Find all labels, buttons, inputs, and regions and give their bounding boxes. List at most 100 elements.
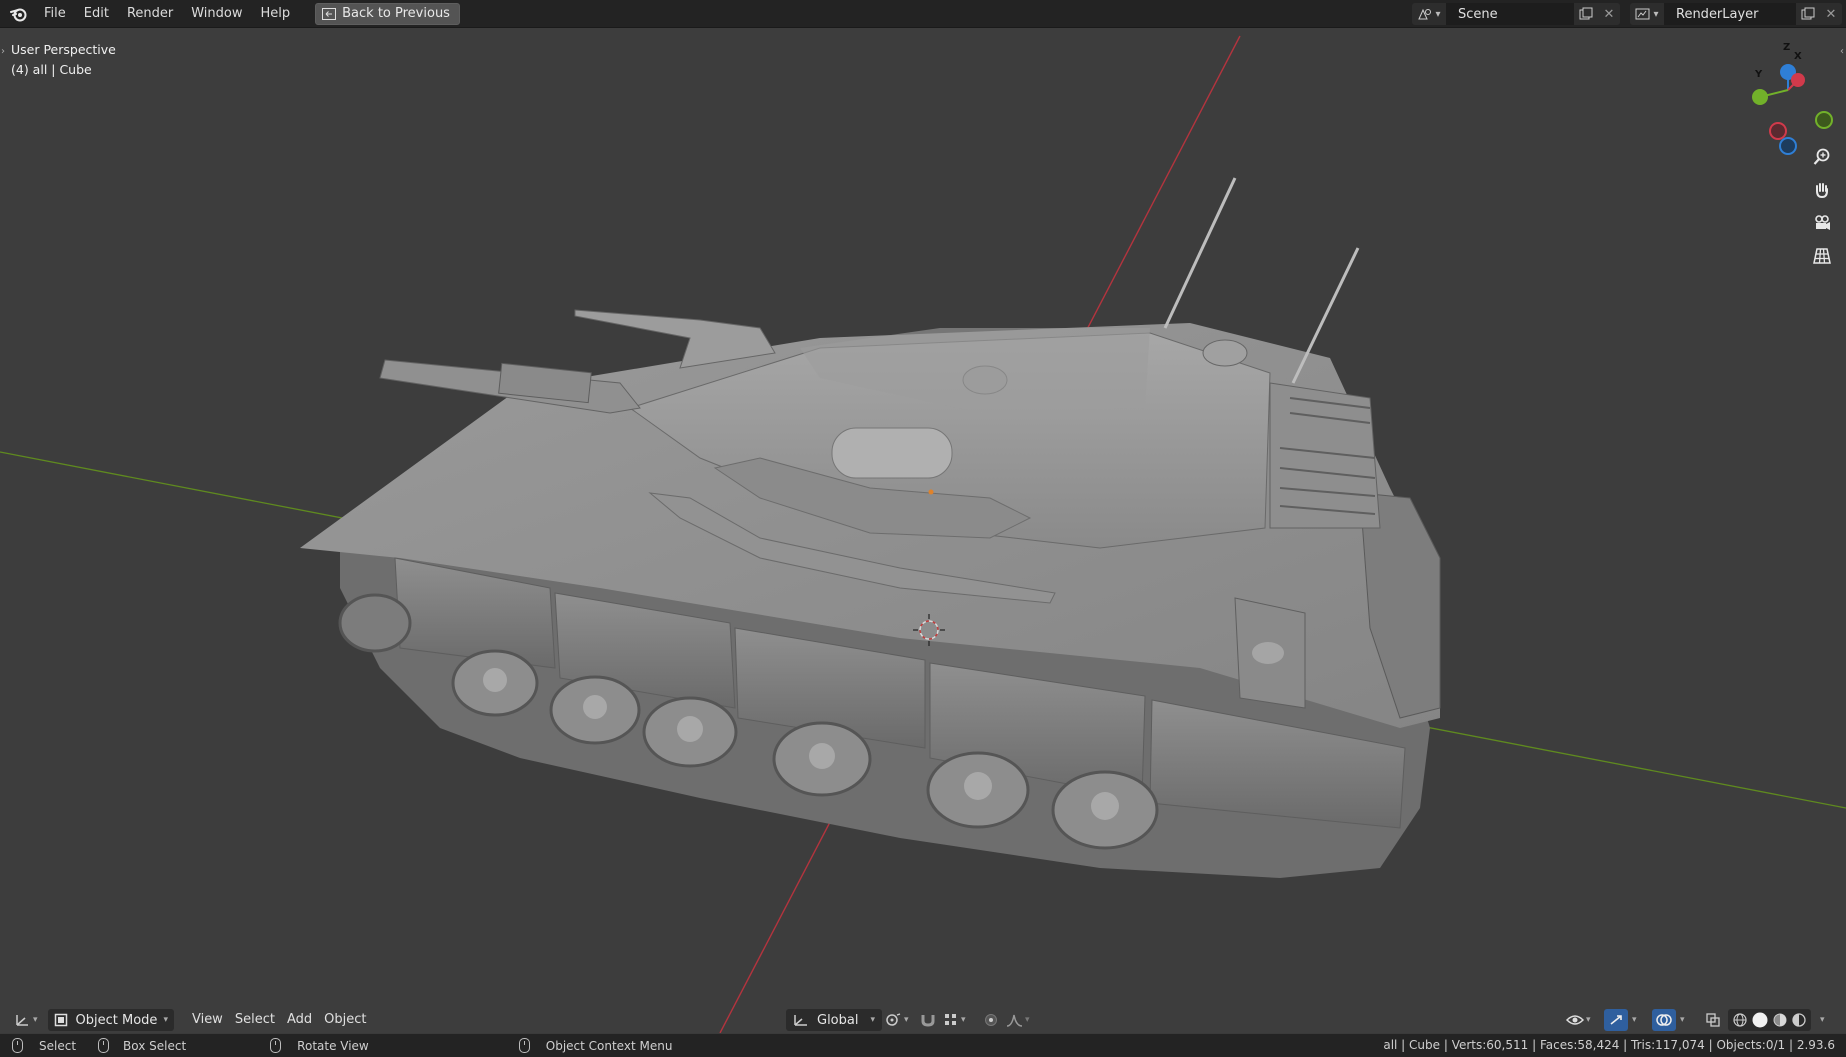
duplicate-icon [1579,7,1593,20]
gizmo-dropdown[interactable]: ▾ [1628,1009,1641,1031]
camera-view-button[interactable] [1809,210,1835,236]
overlays-icon [1656,1014,1672,1026]
navigation-gizmo [1752,64,1833,155]
status-hint-context-menu: Object Context Menu [518,1038,673,1053]
back-label: Back to Previous [342,6,450,21]
renderlayer-browse-button[interactable]: ▾ [1630,3,1664,25]
scene-browse-button[interactable]: ▾ [1412,3,1446,25]
top-bar: File Edit Render Window Help Back to Pre… [0,0,1846,28]
gizmo-y-label: Y [1755,69,1763,80]
status-hint-rotate-view: Rotate View [270,1038,369,1053]
antenna-1 [1163,177,1237,329]
overlays-toggle[interactable] [1652,1009,1676,1031]
right-mouse-icon [518,1038,530,1053]
gizmo-z-label: Z [1783,42,1791,53]
gizmo-x-label: X [1794,51,1802,62]
blender-logo-icon[interactable] [9,4,29,24]
shading-dropdown[interactable]: ▾ [1816,1009,1829,1031]
status-bar: Select Box Select Rotate View Object Con… [0,1034,1846,1057]
wireframe-shading-icon[interactable] [1732,1012,1748,1028]
tank-model [300,177,1441,878]
select-hint-label: Select [39,1038,77,1053]
axes-editor-icon [16,1015,28,1026]
transform-orientation-dropdown[interactable]: Global ▾ [786,1009,883,1031]
header-menu-select[interactable]: Select [229,1009,281,1031]
gizmo-arrows-icon [1610,1015,1622,1025]
object-mode-icon [54,1013,67,1027]
collection-label: (4) all | Cube [11,62,92,77]
grid-icon [1813,248,1831,264]
delete-renderlayer-button[interactable]: ✕ [1820,3,1842,25]
new-scene-button[interactable] [1574,3,1598,25]
menu-file[interactable]: File [35,1,75,27]
3d-viewport[interactable]: Z X Y › ‹ User Perspective (4) all | Cub… [0,28,1846,1033]
header-menu-view[interactable]: View [186,1009,229,1031]
back-icon [322,7,337,20]
overlays-dropdown[interactable]: ▾ [1676,1009,1689,1031]
gizmo-toggle[interactable] [1604,1009,1628,1031]
gizmo-x-axis [1791,73,1805,87]
scene-name-field[interactable]: Scene [1446,3,1574,25]
proportional-edit-icon [985,1014,997,1026]
viewport-canvas [0,35,1846,1033]
left-drag-mouse-icon [98,1038,110,1053]
proportional-falloff-dropdown[interactable]: ▾ [1002,1009,1034,1031]
duplicate-icon [1801,7,1815,20]
zoom-icon [1813,148,1830,165]
scene-selector: ▾ Scene ✕ [1412,3,1620,25]
gizmo-y-axis [1752,89,1768,105]
status-hint-box-select: Box Select [98,1038,186,1053]
middle-mouse-icon [270,1038,282,1053]
renderlayer-icon [1635,8,1650,20]
solid-shading-icon[interactable] [1751,1011,1769,1029]
visibility-dropdown[interactable]: ▾ [1562,1009,1595,1031]
pan-button[interactable] [1809,177,1835,203]
status-hint-select: Select [12,1038,76,1053]
xray-toggle[interactable] [1702,1009,1724,1031]
back-to-previous-button[interactable]: Back to Previous [315,2,460,25]
box-select-hint-label: Box Select [123,1038,187,1053]
magnet-icon [921,1015,935,1027]
editor-type-dropdown[interactable]: ▾ [10,1009,42,1031]
pivot-icon [886,1013,901,1026]
eye-icon [1566,1015,1584,1025]
orientation-icon [794,1015,807,1026]
menu-render[interactable]: Render [118,1,182,27]
menu-window[interactable]: Window [182,1,251,27]
new-renderlayer-button[interactable] [1796,3,1820,25]
scene-statistics: all | Cube | Verts:60,511 | Faces:58,424… [1383,1038,1835,1052]
rendered-shading-icon[interactable] [1791,1012,1807,1028]
header-menu-add[interactable]: Add [281,1009,318,1031]
toolbar-expand-arrow[interactable]: › [1,46,5,57]
scene-icon [1418,8,1432,20]
viewport-info: User Perspective (4) all | Cube [11,40,116,80]
snap-target-dropdown[interactable]: ▾ [940,1009,970,1031]
hand-icon [1816,183,1828,199]
falloff-curve-icon [1006,1014,1023,1027]
pivot-point-dropdown[interactable]: ▾ [880,1009,913,1031]
snap-toggle[interactable] [916,1009,940,1031]
material-shading-icon[interactable] [1772,1012,1788,1028]
perspective-toggle-button[interactable] [1809,243,1835,269]
camera-icon [1815,215,1830,230]
object-origin [928,489,934,495]
sidebar-expand-arrow[interactable]: ‹ [1840,46,1844,57]
delete-scene-button[interactable]: ✕ [1598,3,1620,25]
renderlayer-name-field[interactable]: RenderLayer [1664,3,1796,25]
menu-help[interactable]: Help [252,1,300,27]
proportional-editing-toggle[interactable] [980,1009,1002,1031]
context-menu-hint-label: Object Context Menu [545,1038,673,1053]
rotate-view-hint-label: Rotate View [297,1038,369,1053]
xray-icon [1706,1013,1720,1027]
snap-grid-icon [945,1014,956,1025]
zoom-button[interactable] [1809,144,1835,170]
renderlayer-selector: ▾ RenderLayer ✕ [1630,3,1842,25]
shading-mode-group [1728,1009,1811,1031]
header-menu-object[interactable]: Object [318,1009,372,1031]
viewport-header: ▾ Object Mode ▾ View Select Add Object G… [0,1006,1846,1034]
orientation-label: Global [817,1012,859,1028]
left-mouse-icon [12,1038,23,1053]
menu-edit[interactable]: Edit [75,1,118,27]
perspective-label: User Perspective [11,42,116,57]
object-mode-dropdown[interactable]: Object Mode ▾ [47,1009,174,1031]
